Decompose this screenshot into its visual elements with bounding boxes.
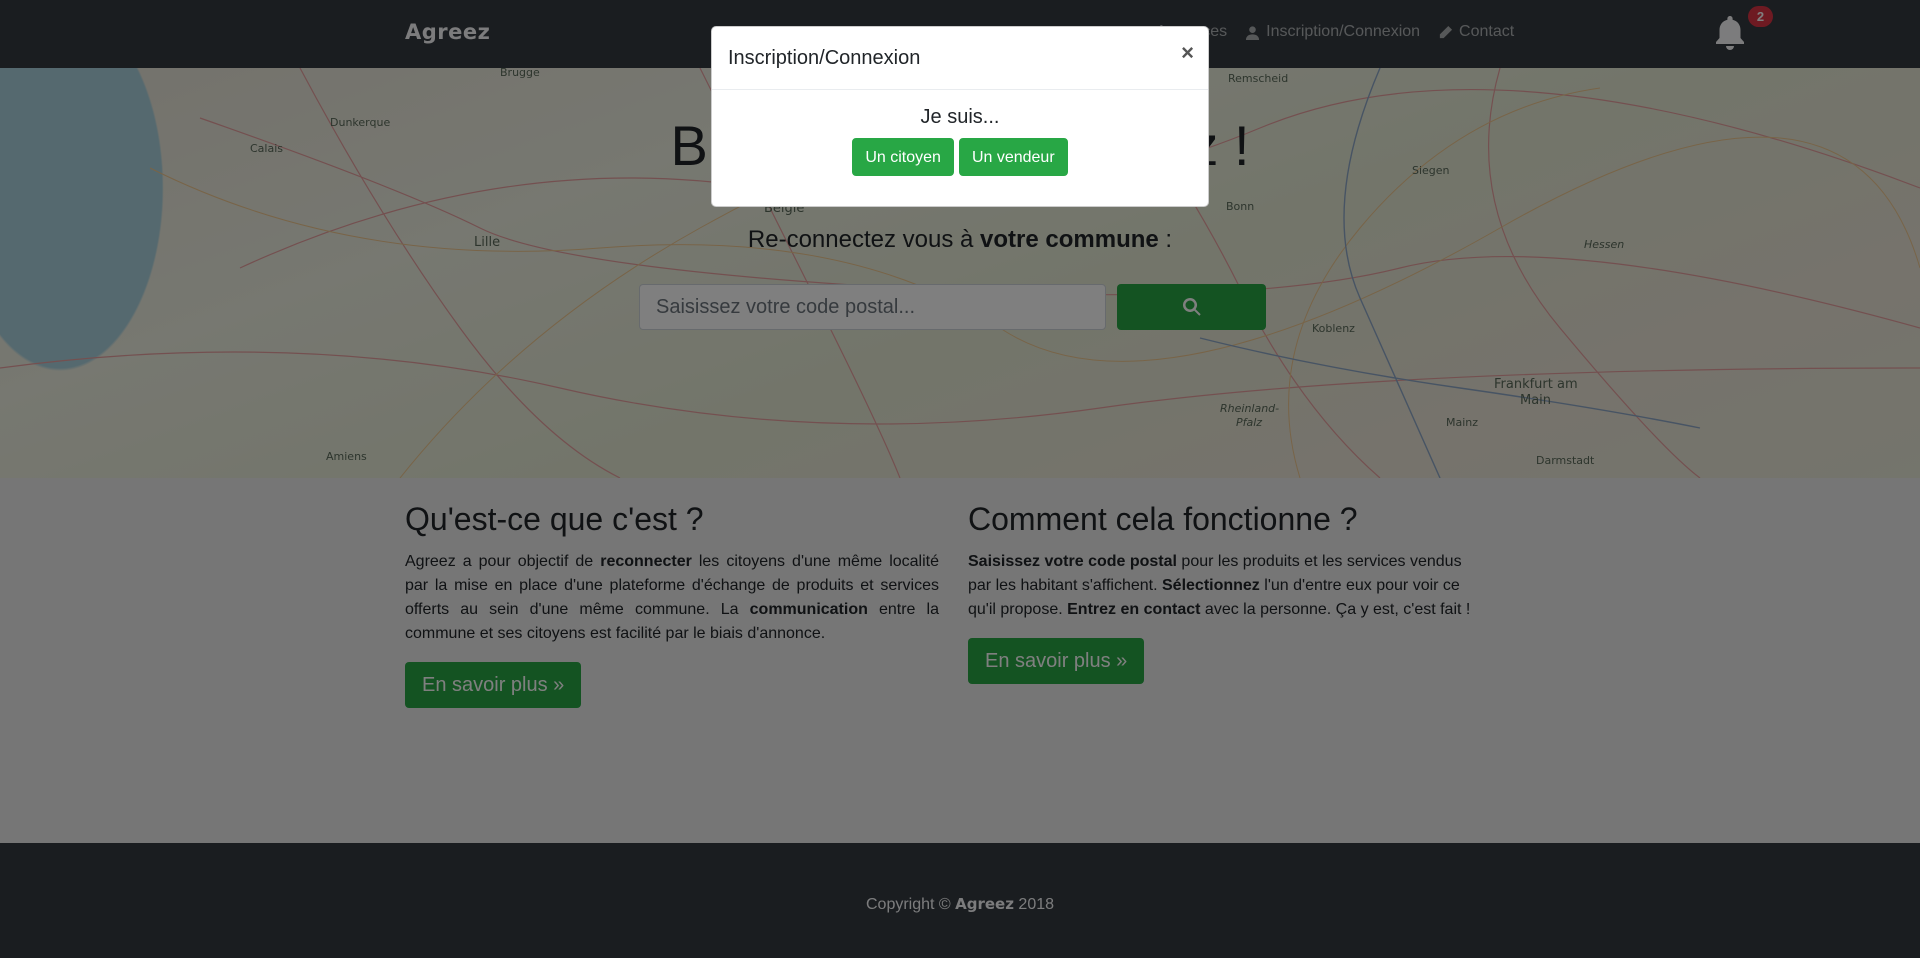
modal-header: Inscription/Connexion × <box>712 27 1208 90</box>
modal-question: Je suis... <box>920 106 1000 128</box>
role-buttons: Un citoyen Un vendeur <box>712 138 1208 176</box>
modal-body: Je suis... Un citoyen Un vendeur <box>712 90 1208 176</box>
close-icon[interactable]: × <box>1181 41 1194 65</box>
citizen-button[interactable]: Un citoyen <box>852 138 954 176</box>
modal-title: Inscription/Connexion <box>728 47 921 69</box>
login-modal: Inscription/Connexion × Je suis... Un ci… <box>711 26 1209 207</box>
seller-button[interactable]: Un vendeur <box>958 138 1068 176</box>
